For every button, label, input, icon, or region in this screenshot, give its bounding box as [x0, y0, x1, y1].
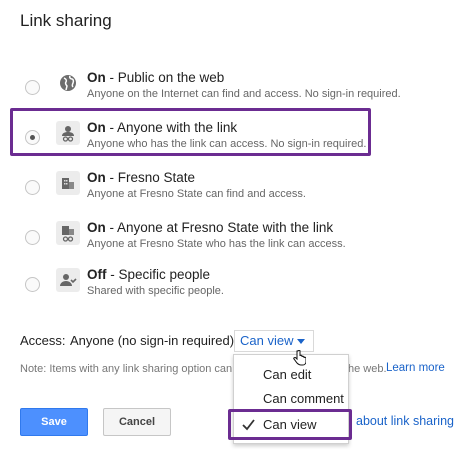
dialog-title: Link sharing [20, 11, 112, 30]
menu-item-can-comment[interactable]: Can comment [234, 387, 348, 411]
option-label: - Anyone at Fresno State with the link [105, 220, 334, 235]
option-status: On [87, 170, 106, 185]
radio-button[interactable] [25, 180, 40, 195]
note-text: Note: Items with any link sharing option… [20, 363, 233, 375]
access-label: Access: [20, 333, 66, 348]
permission-selected: Can view [240, 333, 294, 348]
cancel-button[interactable]: Cancel [103, 408, 171, 436]
selected-menu-item-highlight [228, 409, 352, 440]
menu-item-can-edit[interactable]: Can edit [234, 363, 348, 387]
radio-button[interactable] [25, 80, 40, 95]
hand-cursor-icon [293, 350, 306, 366]
option-label: - Fresno State [105, 170, 196, 185]
globe-icon [56, 71, 80, 95]
option-label: - Specific people [106, 267, 211, 282]
option-description: Anyone on the Internet can find and acce… [87, 88, 401, 100]
option-label: - Public on the web [105, 70, 225, 85]
option-specific-people[interactable]: Off - Specific people Shared with specif… [20, 264, 360, 310]
people-icon [56, 268, 80, 292]
note-tail: he web. [348, 363, 387, 375]
option-fresno-state[interactable]: On - Fresno State Anyone at Fresno State… [20, 167, 360, 213]
radio-button[interactable] [25, 277, 40, 292]
option-status: On [87, 220, 106, 235]
option-description: Anyone at Fresno State who has the link … [87, 238, 346, 250]
radio-button[interactable] [25, 230, 40, 245]
save-button[interactable]: Save [20, 408, 88, 436]
option-status: On [87, 70, 106, 85]
option-status: Off [87, 267, 107, 282]
access-value: Anyone (no sign-in required) [70, 333, 235, 348]
permission-dropdown[interactable]: Can view [234, 330, 314, 352]
option-description: Shared with specific people. [87, 285, 224, 297]
option-fresno-state-link[interactable]: On - Anyone at Fresno State with the lin… [20, 217, 360, 263]
building-link-icon [56, 221, 80, 245]
option-description: Anyone at Fresno State can find and acce… [87, 188, 306, 200]
caret-down-icon [297, 339, 305, 344]
building-icon [56, 171, 80, 195]
about-link-sharing-link[interactable]: about link sharing [356, 414, 454, 428]
option-public-web[interactable]: On - Public on the web Anyone on the Int… [20, 67, 401, 113]
learn-more-link[interactable]: Learn more [386, 362, 445, 374]
selected-option-highlight [10, 108, 371, 156]
